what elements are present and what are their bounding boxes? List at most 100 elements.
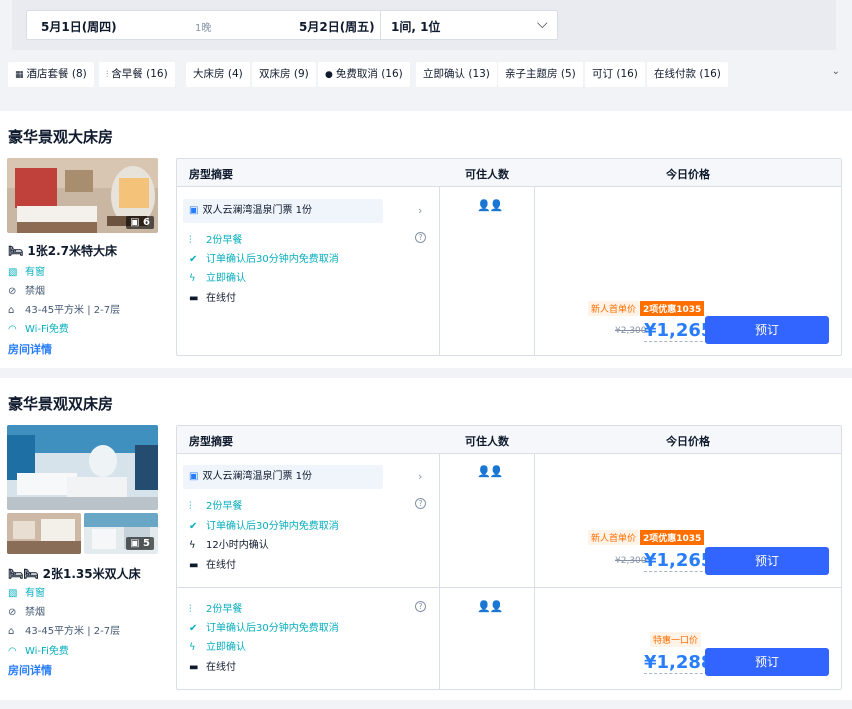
date-guest-selector[interactable]: 5月1日(周四) 1晚 5月2日(周五) 1间, 1位 ⌵: [26, 10, 558, 40]
current-price[interactable]: ¥1,288: [644, 653, 714, 674]
filter-chip-instant-confirm[interactable]: 立即确认 (13): [416, 62, 497, 87]
utensils-icon: ⫶: [189, 501, 192, 512]
divider: [439, 454, 440, 689]
search-bar: 5月1日(周四) 1晚 5月2日(周五) 1间, 1位 ⌵: [0, 0, 852, 58]
table-header: 房型摘要 可住人数 今日价格: [177, 159, 841, 187]
package-item[interactable]: ▣ 双人云澜湾温泉门票 1份: [183, 199, 383, 223]
book-button[interactable]: 预订: [705, 547, 829, 575]
book-button[interactable]: 预订: [705, 316, 829, 344]
area-icon: ⌂: [8, 305, 15, 316]
room-title: 豪华景观双床房: [8, 395, 114, 413]
table-header: 房型摘要 可住人数 今日价格: [177, 426, 841, 454]
divider: [380, 11, 381, 39]
lightning-icon: ϟ: [189, 540, 196, 551]
check-circle-icon: ●: [325, 70, 333, 80]
breakfast-benefit: ⫶ 2份早餐: [189, 604, 243, 615]
discount-tag[interactable]: 2项优惠1035: [640, 530, 705, 545]
filter-chip-available[interactable]: 可订 (16): [585, 62, 645, 87]
room-title: 豪华景观大床房: [8, 128, 114, 146]
room-photo-illustration: [7, 425, 158, 510]
wifi-feature: ◠ Wi-Fi免费: [8, 646, 69, 657]
lightning-icon: ϟ: [189, 642, 196, 653]
header-price: 今日价格: [666, 435, 710, 448]
filter-chip-online-pay[interactable]: 在线付款 (16): [647, 62, 728, 87]
header-price: 今日价格: [666, 168, 710, 181]
header-occupancy: 可住人数: [465, 435, 509, 448]
filter-chip-breakfast[interactable]: ⫶ 含早餐 (16): [99, 62, 175, 87]
card-icon: ▬: [189, 560, 199, 571]
room-details-link[interactable]: 房间详情: [8, 662, 52, 678]
smoking-feature: ⊘ 禁烟: [8, 286, 45, 297]
no-smoking-icon: ⊘: [8, 607, 17, 618]
chevron-down-icon[interactable]: ⌄: [832, 66, 840, 77]
area-icon: ⌂: [8, 626, 15, 637]
occupancy-icon: 👤👤: [477, 465, 503, 478]
area-feature: ⌂ 43-45平方米 | 2-7层: [8, 626, 121, 637]
filter-chip-package[interactable]: ▦ 酒店套餐 (8): [8, 62, 94, 87]
room-photo[interactable]: [7, 425, 158, 510]
filter-chip-family[interactable]: 亲子主题房 (5): [498, 62, 583, 87]
room-plans-table: 房型摘要 可住人数 今日价格 ▣ 双人云澜湾温泉门票 1份 › ⫶ 2份早餐 ? ✔…: [176, 425, 842, 690]
confirm-benefit: ϟ 立即确认: [189, 273, 246, 284]
chevron-right-icon[interactable]: ›: [418, 470, 422, 483]
breakfast-benefit: ⫶ 2份早餐: [189, 501, 243, 512]
checkout-date[interactable]: 5月2日(周五): [299, 18, 375, 35]
utensils-icon: ⫶: [189, 604, 192, 615]
original-price: ¥2,300: [615, 326, 647, 336]
room-photo-thumb[interactable]: [7, 513, 81, 554]
new-user-price-tag: 新人首单价: [588, 301, 640, 316]
window-icon: ▧: [8, 267, 18, 278]
room-plans-table: 房型摘要 可住人数 今日价格 ▣ 双人云澜湾温泉门票 1份 › ⫶ 2份早餐 ? ✔…: [176, 158, 842, 356]
guest-selector[interactable]: 1间, 1位: [391, 18, 440, 35]
no-smoking-icon: ⊘: [8, 286, 17, 297]
room-photo-thumb[interactable]: ▣ 5: [84, 513, 158, 554]
bed-type: 🛏🛏 2张1.35米双人床: [8, 567, 141, 581]
wifi-icon: ◠: [8, 324, 17, 335]
package-item[interactable]: ▣ 双人云澜湾温泉门票 1份: [183, 465, 383, 489]
check-circle-icon: ✔: [189, 521, 198, 532]
lightning-icon: ϟ: [189, 273, 196, 284]
gift-icon: ▣: [189, 205, 199, 216]
area-feature: ⌂ 43-45平方米 | 2-7层: [8, 305, 121, 316]
grid-icon: ▦: [15, 70, 24, 80]
header-occupancy: 可住人数: [465, 168, 509, 181]
question-icon[interactable]: ?: [415, 232, 426, 243]
book-button[interactable]: 预订: [705, 648, 829, 676]
payment-benefit: ▬ 在线付: [189, 662, 236, 673]
gift-icon: ▣: [189, 471, 199, 482]
current-price[interactable]: ¥1,265: [644, 551, 714, 572]
room-photo[interactable]: ▣ 6: [7, 158, 158, 233]
divider: [534, 187, 535, 355]
utensils-icon: ⫶: [189, 235, 192, 246]
question-icon[interactable]: ?: [415, 601, 426, 612]
nights-count: 1晚: [195, 23, 212, 34]
question-icon[interactable]: ?: [415, 498, 426, 509]
current-price[interactable]: ¥1,265: [644, 321, 714, 342]
window-icon: ▧: [8, 588, 18, 599]
header-summary: 房型摘要: [189, 168, 233, 181]
smoking-feature: ⊘ 禁烟: [8, 607, 45, 618]
window-feature: ▧ 有窗: [8, 267, 45, 278]
chevron-down-icon[interactable]: ⌵: [537, 16, 548, 32]
filter-chip-free-cancel[interactable]: ● 免费取消 (16): [318, 62, 410, 87]
filter-chip-king-bed[interactable]: 大床房 (4): [186, 62, 250, 87]
utensils-icon: ⫶: [106, 70, 109, 80]
card-icon: ▬: [189, 293, 199, 304]
chevron-right-icon[interactable]: ›: [418, 204, 422, 217]
photo-count-badge: ▣ 5: [126, 537, 154, 550]
room-photo-illustration: [7, 513, 81, 554]
payment-benefit: ▬ 在线付: [189, 293, 236, 304]
room-details-link[interactable]: 房间详情: [8, 341, 52, 357]
divider: [177, 587, 841, 588]
original-price: ¥2,300: [615, 556, 647, 566]
room-card: 豪华景观双床房 ▣ 5 🛏🛏 2张1.35米双人床 ▧ 有窗 ⊘ 禁烟 ⌂ 43…: [0, 378, 852, 700]
checkin-date[interactable]: 5月1日(周四): [41, 18, 117, 35]
wifi-feature: ◠ Wi-Fi免费: [8, 324, 69, 335]
confirm-benefit: ϟ 12小时内确认: [189, 540, 269, 551]
filter-row: ▦ 酒店套餐 (8) ⫶ 含早餐 (16) 大床房 (4) 双床房 (9) ● 免费取…: [0, 58, 852, 98]
photo-count-badge: ▣ 6: [126, 216, 154, 229]
filter-chip-twin-bed[interactable]: 双床房 (9): [252, 62, 316, 87]
special-price-tag: 特惠一口价: [650, 632, 702, 647]
bed-type: 🛏 1张2.7米特大床: [8, 244, 118, 258]
discount-tag[interactable]: 2项优惠1035: [640, 301, 705, 316]
